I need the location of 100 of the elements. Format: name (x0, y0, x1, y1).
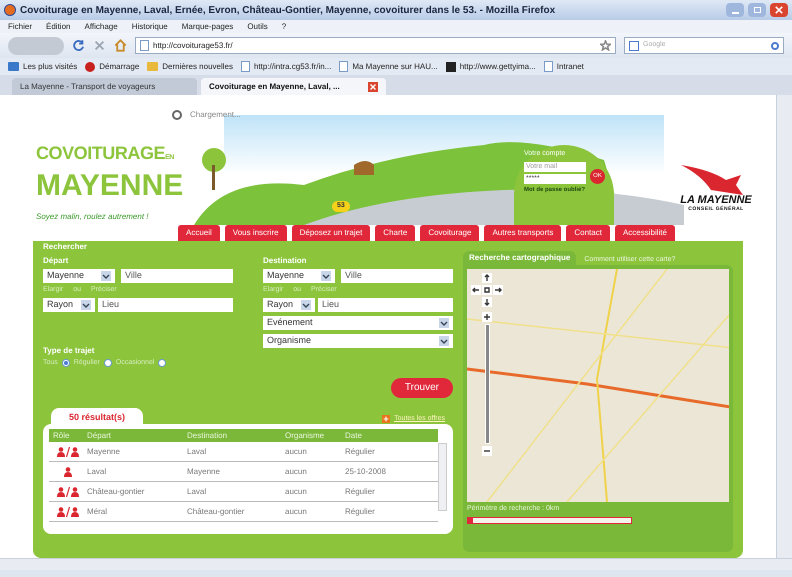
square-icon (446, 62, 456, 72)
zoom-slider-icon[interactable] (484, 324, 490, 444)
column-header: Destination (187, 430, 228, 442)
page-icon (240, 61, 250, 72)
page-icon (339, 61, 348, 72)
menu-item[interactable]: Fichier (8, 20, 32, 32)
stop-icon[interactable] (93, 39, 106, 52)
menu-item[interactable]: Édition (46, 20, 70, 32)
menu-item[interactable]: Marque-pages (182, 20, 234, 32)
table-cell-text: aucun (285, 446, 308, 458)
find-button[interactable]: Trouver (390, 378, 453, 398)
pan-up-icon[interactable] (482, 273, 492, 283)
table-cell-text: Laval (87, 466, 108, 478)
table-cell-text: aucun (285, 506, 308, 518)
close-icon[interactable] (368, 82, 378, 92)
column-header: Date (345, 430, 363, 442)
star-icon[interactable] (600, 40, 611, 51)
perimeter-slider[interactable] (467, 516, 632, 524)
table-cell-text: Château-gontier (187, 506, 246, 518)
person-icon (57, 446, 65, 456)
person-icon (71, 446, 79, 456)
nav-tab[interactable]: Charte (375, 225, 416, 241)
menu-item[interactable]: Affichage (84, 20, 118, 32)
place-field[interactable]: Lieu (98, 298, 233, 312)
address-field[interactable]: http://covoiturage53.fr/ (135, 37, 616, 54)
folder-icon (8, 62, 19, 71)
loading-text: Chargement... (190, 109, 241, 121)
slash-icon (66, 446, 70, 456)
filter-select[interactable]: Evénement (263, 316, 453, 330)
horizontal-scrollbar[interactable] (0, 558, 792, 570)
window-title: Covoiturage en Mayenne, Laval, Ernée, Evron, Château-Gontier, Mayenne, covoiturer dans le 53. - Mozilla Firefox (20, 4, 556, 18)
nav-tab[interactable]: Vous inscrire (224, 225, 287, 241)
bookmark-link[interactable]: http://www.gettyima... (460, 60, 536, 72)
table-cell-text: Laval (187, 446, 208, 458)
zoom-out-icon[interactable] (482, 446, 492, 456)
pan-left-icon[interactable] (471, 285, 481, 295)
bookmark-link[interactable]: Les plus visités (23, 60, 78, 72)
bookmark-link[interactable]: Démarrage (99, 60, 140, 72)
brand-name: LA MAYENNE (680, 194, 752, 206)
home-icon[interactable] (114, 39, 127, 52)
radio-button[interactable] (158, 358, 166, 367)
table-cell-text: aucun (285, 466, 308, 478)
city-field[interactable]: Ville (121, 269, 233, 283)
department-select[interactable]: Mayenne (43, 269, 115, 283)
table-cell-text: Mayenne (87, 446, 121, 458)
block-label: Destination (263, 255, 308, 267)
vertical-scrollbar[interactable] (776, 95, 792, 558)
nav-tab[interactable]: Autres transports (484, 225, 562, 241)
person-icon (71, 486, 79, 496)
plus-icon[interactable] (382, 414, 390, 423)
slogan: Soyez malin, roulez autrement ! (36, 211, 150, 223)
pan-center-icon[interactable] (482, 285, 492, 295)
table-cell-text: Mayenne (187, 466, 221, 478)
nav-tab[interactable]: Déposez un trajet (292, 225, 370, 241)
nav-tab[interactable]: Contact (566, 225, 610, 241)
table-cell-text: Méral (87, 506, 108, 518)
radio-button[interactable] (104, 358, 112, 367)
table-cell-text: 25-10-2008 (345, 466, 387, 478)
results-tab[interactable]: 50 résultat(s) (51, 408, 144, 424)
table-cell-text: Laval (187, 486, 208, 498)
person-icon (64, 466, 72, 476)
bookmark-link[interactable]: Ma Mayenne sur HAU... (352, 60, 438, 72)
pan-down-icon[interactable] (482, 297, 492, 307)
person-icon (71, 506, 79, 516)
radio-button[interactable] (62, 358, 70, 367)
reload-icon[interactable] (72, 39, 85, 52)
page-icon (544, 61, 553, 72)
filter-select[interactable]: Organisme (263, 334, 453, 348)
column-header: Départ (87, 430, 112, 442)
browser-tab[interactable]: La Mayenne - Transport de voyageurs (12, 78, 197, 95)
table-cell-text: Château-gontier (87, 486, 146, 498)
pan-right-icon[interactable] (493, 285, 503, 295)
page-icon (140, 40, 149, 51)
menu-item[interactable]: Historique (132, 20, 168, 32)
table-cell-text: Régulier (345, 446, 376, 458)
zoom-in-icon[interactable] (482, 312, 492, 322)
search-icon[interactable] (771, 42, 779, 50)
bookmark-link[interactable]: Dernières nouvelles (162, 60, 233, 72)
nav-tab[interactable]: Covoiturage (420, 225, 480, 241)
place-field[interactable]: Lieu (318, 298, 453, 312)
browser-tab[interactable]: Covoiturage en Mayenne, Laval, ... (201, 78, 386, 95)
close-icon (775, 6, 783, 14)
scrollbar[interactable] (438, 443, 447, 511)
bookmark-link[interactable]: Intranet (556, 60, 584, 72)
radius-select[interactable]: Rayon (43, 298, 95, 312)
department-select[interactable]: Mayenne (263, 269, 335, 283)
column-header: Rôle (52, 430, 70, 442)
menu-item[interactable]: Outils (247, 20, 268, 32)
bookmark-link[interactable]: http://intra.cg53.fr/in... (254, 60, 332, 72)
table-cell-text: aucun (285, 486, 308, 498)
person-icon (57, 486, 65, 496)
nav-tab[interactable]: Accueil (178, 225, 220, 241)
person-icon (57, 506, 65, 516)
table-cell-text: Régulier (345, 486, 376, 498)
loading-spinner-icon (172, 110, 182, 120)
close-button[interactable] (770, 3, 788, 17)
menu-item[interactable]: ? (282, 20, 286, 32)
radius-select[interactable]: Rayon (263, 298, 315, 312)
city-field[interactable]: Ville (341, 269, 453, 283)
nav-tab[interactable]: Accessibilité (614, 225, 675, 241)
